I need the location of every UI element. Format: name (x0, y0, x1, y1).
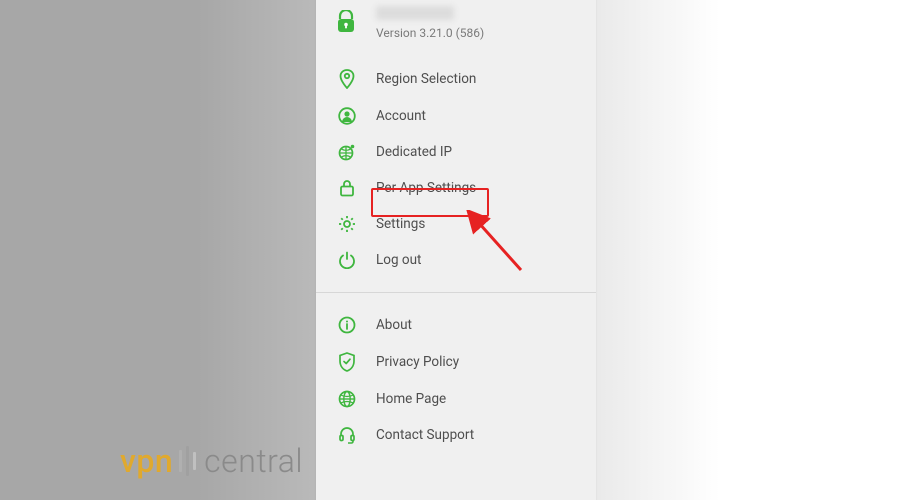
menu-log-out[interactable]: Log out (316, 242, 596, 278)
lock-icon (336, 179, 358, 197)
menu-label: About (376, 317, 412, 333)
menu-label: Privacy Policy (376, 354, 459, 370)
globe-sparkle-icon (336, 143, 358, 161)
user-circle-icon (336, 107, 358, 125)
menu-per-app-settings[interactable]: Per App Settings (316, 170, 596, 206)
menu-label: Region Selection (376, 71, 476, 87)
menu-label: Settings (376, 216, 425, 232)
web-icon (336, 390, 358, 408)
watermark-left: vpn (120, 442, 173, 480)
menu-label: Home Page (376, 391, 446, 407)
menu-home-page[interactable]: Home Page (316, 381, 596, 417)
menu-contact-support[interactable]: Contact Support (316, 417, 596, 453)
screenshot-stage: Version 3.21.0 (586) Region Selection (0, 0, 900, 500)
menu-label: Log out (376, 252, 421, 268)
menu-bottom: About Privacy Policy (316, 297, 596, 463)
app-name-redacted (376, 6, 454, 20)
power-icon (336, 251, 358, 269)
headset-icon (336, 426, 358, 444)
menu-region-selection[interactable]: Region Selection (316, 60, 596, 98)
watermark: vpn central (120, 442, 303, 480)
app-lock-icon (336, 10, 358, 34)
menu-settings[interactable]: Settings (316, 206, 596, 242)
menu-top: Region Selection Account (316, 50, 596, 288)
watermark-bars-icon (177, 446, 198, 476)
menu-dedicated-ip[interactable]: Dedicated IP (316, 134, 596, 170)
menu-about[interactable]: About (316, 307, 596, 343)
app-version: Version 3.21.0 (586) (376, 26, 484, 40)
watermark-right: central (204, 442, 303, 480)
menu-label: Contact Support (376, 427, 474, 443)
app-title-block: Version 3.21.0 (586) (376, 6, 484, 40)
shield-check-icon (336, 352, 358, 372)
pin-icon (336, 69, 358, 89)
settings-panel: Version 3.21.0 (586) Region Selection (316, 0, 596, 500)
gear-icon (336, 215, 358, 233)
panel-header: Version 3.21.0 (586) (316, 0, 596, 50)
info-icon (336, 316, 358, 334)
menu-privacy-policy[interactable]: Privacy Policy (316, 343, 596, 381)
menu-account[interactable]: Account (316, 98, 596, 134)
menu-divider (316, 292, 596, 293)
menu-label: Account (376, 108, 426, 124)
menu-label: Per App Settings (376, 180, 476, 196)
menu-label: Dedicated IP (376, 144, 452, 160)
